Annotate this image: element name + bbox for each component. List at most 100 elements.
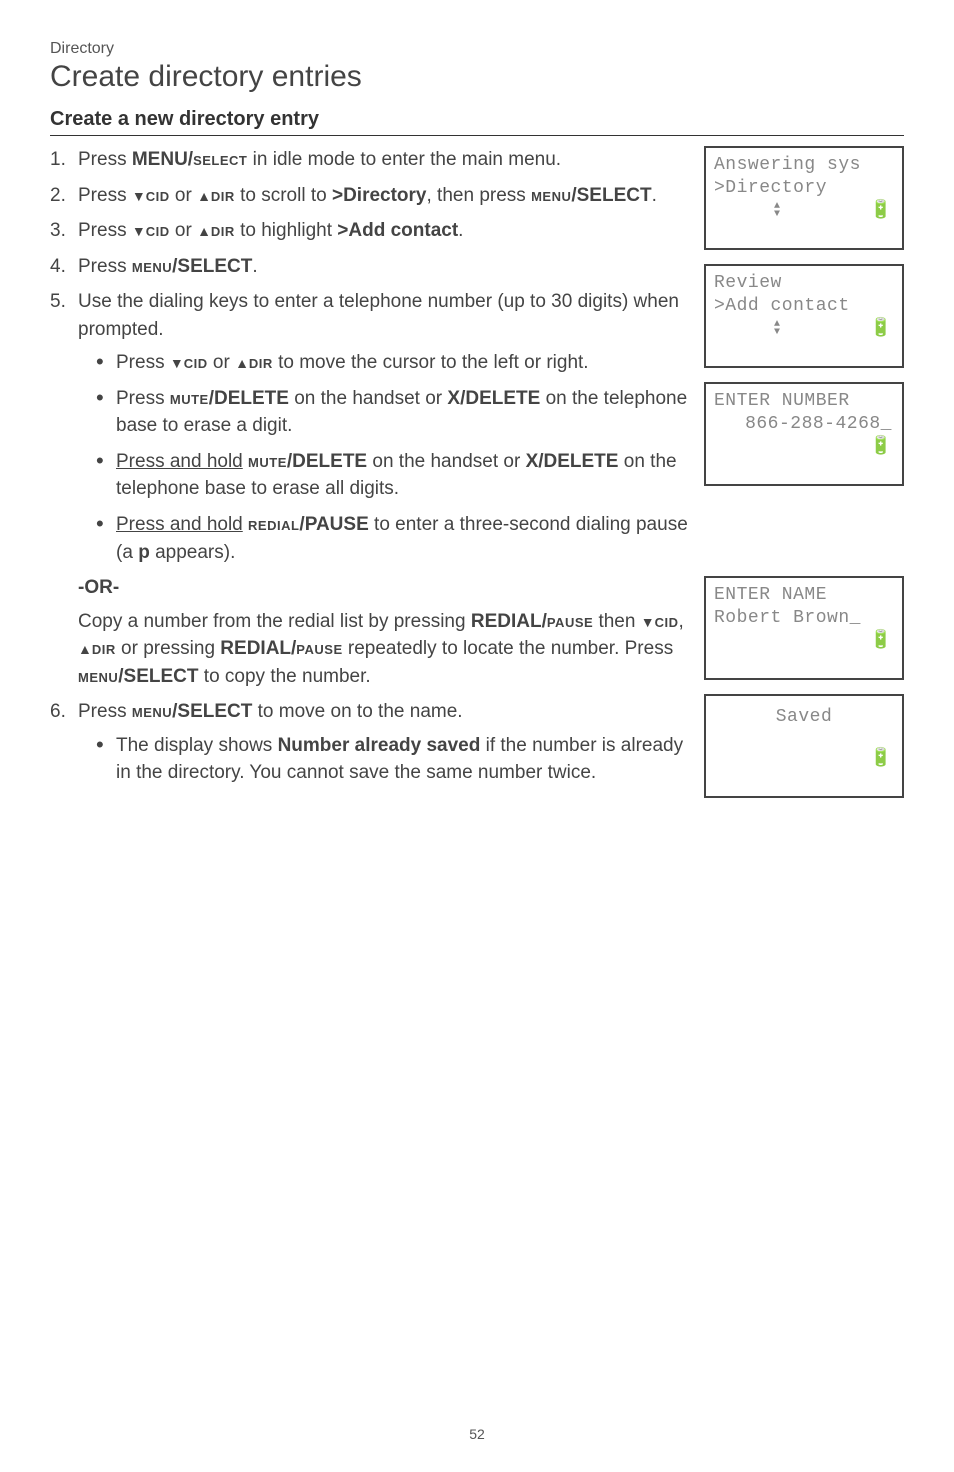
step-2: 2. Press cid or dir to scroll to >Direct… bbox=[50, 182, 688, 210]
step-6: 6. Press menu/SELECT to move on to the n… bbox=[50, 698, 688, 787]
screen-line: Answering sys bbox=[714, 154, 894, 177]
menu-key: menu bbox=[78, 666, 118, 687]
screen-line: 866-288-4268_ bbox=[714, 413, 894, 436]
screen-add-contact: Review >Add contact 🔋 bbox=[704, 264, 904, 368]
text: to highlight bbox=[235, 220, 337, 241]
text: . bbox=[252, 256, 257, 277]
pause-key: pause bbox=[547, 611, 593, 632]
screen-line: >Add contact bbox=[714, 295, 894, 318]
step-4: 4. Press menu/SELECT. bbox=[50, 253, 688, 281]
mute-key: mute bbox=[170, 388, 209, 409]
screen-line: Saved bbox=[714, 702, 894, 729]
add-contact-item: >Add contact bbox=[337, 220, 458, 241]
text: . bbox=[458, 220, 463, 241]
directory-item: >Directory bbox=[332, 185, 427, 206]
text: in idle mode to enter the main menu. bbox=[247, 149, 561, 170]
text: or pressing bbox=[116, 638, 221, 659]
step-number: 1. bbox=[50, 146, 66, 174]
step-number: 5. bbox=[50, 288, 66, 316]
text: then bbox=[593, 611, 641, 632]
screen-directory: Answering sys >Directory 🔋 bbox=[704, 146, 904, 250]
select-key: /SELECT bbox=[118, 666, 198, 687]
step-number: 2. bbox=[50, 182, 66, 210]
battery-icon: 🔋 bbox=[870, 630, 892, 653]
cid-key: cid bbox=[655, 611, 679, 632]
down-arrow-icon bbox=[641, 611, 655, 632]
mute-key: mute bbox=[248, 451, 287, 472]
xdelete-key: X/DELETE bbox=[526, 451, 619, 472]
up-arrow-icon bbox=[197, 220, 211, 241]
text: to move the cursor to the left or right. bbox=[273, 352, 589, 373]
step-5: 5. Use the dialing keys to enter a telep… bbox=[50, 288, 688, 566]
step-number: 4. bbox=[50, 253, 66, 281]
updown-icon bbox=[774, 321, 780, 337]
step-5a: Press cid or dir to move the cursor to t… bbox=[96, 349, 688, 377]
battery-icon: 🔋 bbox=[870, 436, 892, 459]
text: or bbox=[170, 220, 197, 241]
text: Use the dialing keys to enter a telephon… bbox=[78, 291, 679, 340]
text: , bbox=[678, 611, 683, 632]
text: Press bbox=[78, 701, 132, 722]
up-arrow-icon bbox=[78, 638, 92, 659]
text: on the handset or bbox=[367, 451, 525, 472]
press-hold: Press and hold bbox=[116, 451, 243, 472]
delete-key: /DELETE bbox=[209, 388, 289, 409]
battery-icon: 🔋 bbox=[870, 318, 892, 341]
screen-line: >Directory bbox=[714, 177, 894, 200]
breadcrumb: Directory bbox=[50, 40, 904, 58]
up-arrow-icon bbox=[197, 185, 211, 206]
text: Press bbox=[78, 149, 132, 170]
battery-icon: 🔋 bbox=[870, 200, 892, 223]
number-already-saved: Number already saved bbox=[278, 735, 481, 756]
page-number: 52 bbox=[469, 1426, 485, 1442]
p-char: p bbox=[138, 542, 150, 563]
step-number: 3. bbox=[50, 217, 66, 245]
step-1: 1. Press MENU/select in idle mode to ent… bbox=[50, 146, 688, 174]
dir-key: dir bbox=[92, 638, 116, 659]
cid-key: cid bbox=[146, 185, 170, 206]
text: Press bbox=[78, 256, 132, 277]
pause-key: /PAUSE bbox=[299, 514, 368, 535]
up-arrow-icon bbox=[235, 352, 249, 373]
screen-line: Review bbox=[714, 272, 894, 295]
text: to copy the number. bbox=[199, 666, 371, 687]
text: Press bbox=[116, 352, 170, 373]
screen-line: Robert Brown_ bbox=[714, 607, 894, 630]
updown-icon bbox=[774, 203, 780, 219]
step-6a: The display shows Number already saved i… bbox=[96, 732, 688, 787]
screens-column: Answering sys >Directory 🔋 Review >Add c… bbox=[704, 146, 904, 812]
text: . bbox=[652, 185, 657, 206]
step-5c: Press and hold mute/DELETE on the handse… bbox=[96, 448, 688, 503]
step-number: 6. bbox=[50, 698, 66, 726]
dir-key: dir bbox=[249, 352, 273, 373]
screen-enter-name: ENTER NAME Robert Brown_ 🔋 bbox=[704, 576, 904, 680]
screen-line: ENTER NAME bbox=[714, 584, 894, 607]
select-key: /SELECT bbox=[571, 185, 651, 206]
text: , then press bbox=[427, 185, 532, 206]
battery-icon: 🔋 bbox=[870, 748, 892, 771]
cid-key: cid bbox=[146, 220, 170, 241]
text: appears). bbox=[150, 542, 236, 563]
delete-key: /DELETE bbox=[287, 451, 367, 472]
text: to scroll to bbox=[235, 185, 332, 206]
text: Copy a number from the redial list by pr… bbox=[78, 611, 471, 632]
text: Press bbox=[78, 220, 132, 241]
xdelete-key: X/DELETE bbox=[447, 388, 540, 409]
redial-key: REDIAL/ bbox=[220, 638, 296, 659]
section-title: Create a new directory entry bbox=[50, 108, 904, 136]
screen-saved: Saved 🔋 bbox=[704, 694, 904, 798]
text: to move on to the name. bbox=[252, 701, 462, 722]
select-key: select bbox=[193, 149, 247, 170]
dir-key: dir bbox=[211, 220, 235, 241]
screen-enter-number: ENTER NUMBER 866-288-4268_ 🔋 bbox=[704, 382, 904, 486]
press-hold: Press and hold bbox=[116, 514, 243, 535]
down-arrow-icon bbox=[132, 220, 146, 241]
text: Press bbox=[78, 185, 132, 206]
menu-key: menu bbox=[531, 185, 571, 206]
select-key: /SELECT bbox=[172, 256, 252, 277]
menu-key: MENU/ bbox=[132, 149, 193, 170]
text: Press bbox=[116, 388, 170, 409]
screen-line: ENTER NUMBER bbox=[714, 390, 894, 413]
dir-key: dir bbox=[211, 185, 235, 206]
or-separator: -OR- bbox=[78, 574, 688, 602]
